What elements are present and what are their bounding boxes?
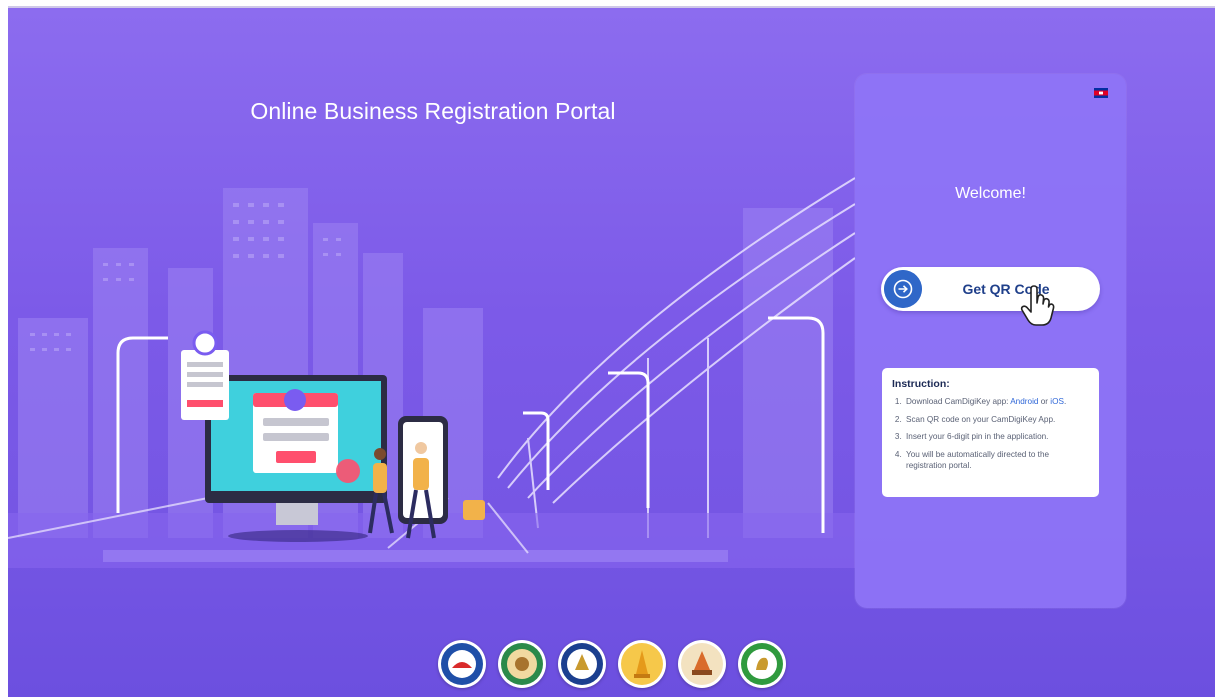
ministry-logo-5 [678, 640, 726, 688]
ministry-logo-2 [498, 640, 546, 688]
get-qr-code-label: Get QR Code [962, 281, 1050, 297]
login-card: Welcome! Get QR Code Instruction: Downlo… [855, 74, 1126, 608]
instruction-heading: Instruction: [892, 378, 950, 390]
login-arrow-icon [884, 270, 922, 308]
welcome-heading: Welcome! [955, 185, 1026, 202]
instruction-box: Instruction: Download CamDigiKey app: An… [882, 368, 1099, 497]
step-1-period: . [1063, 397, 1067, 406]
pointer-hand-icon [1020, 285, 1055, 326]
cambodia-flag-icon[interactable] [1094, 88, 1108, 98]
instruction-step-2: Scan QR code on your CamDigiKey App. [904, 414, 1090, 426]
ministry-logo-1 [438, 640, 486, 688]
instruction-step-1: Download CamDigiKey app: Android or iOS. [904, 396, 1090, 408]
instruction-step-3: Insert your 6-digit pin in the applicati… [904, 431, 1090, 443]
ministry-logo-3 [558, 640, 606, 688]
portal-page: Online Business Registration Portal Welc… [8, 8, 1215, 697]
step-1-text: Download CamDigiKey app: [906, 397, 1011, 406]
ministry-logo-4 [618, 640, 666, 688]
ios-link[interactable]: iOS [1050, 397, 1064, 406]
get-qr-code-button[interactable]: Get QR Code [881, 267, 1100, 326]
ministry-logos-row [438, 640, 798, 690]
ministry-logo-6 [738, 640, 786, 688]
android-link[interactable]: Android [1010, 397, 1038, 406]
instruction-list: Download CamDigiKey app: Android or iOS.… [892, 396, 1090, 472]
step-1-or: or [1038, 397, 1051, 406]
portal-title: Online Business Registration Portal [250, 98, 616, 124]
instruction-step-4: You will be automatically directed to th… [904, 449, 1090, 472]
